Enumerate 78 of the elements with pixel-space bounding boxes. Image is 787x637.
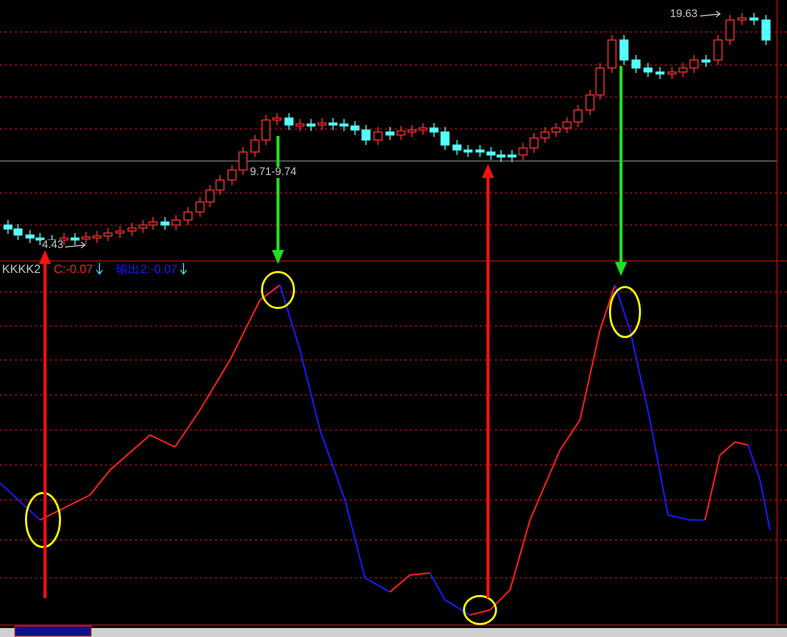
candlestick — [196, 196, 204, 218]
candlestick — [4, 220, 12, 234]
candlestick — [464, 144, 472, 158]
candlestick — [476, 144, 484, 158]
indicator-name: KKKK2 — [2, 263, 41, 275]
highlight-circle — [25, 492, 61, 548]
indicator-value: C:-0.07 — [54, 263, 94, 275]
candlestick — [750, 12, 758, 26]
scrollbar-track[interactable] — [0, 628, 787, 637]
candlestick — [702, 54, 710, 68]
candlestick — [148, 216, 158, 230]
candlestick — [350, 120, 360, 136]
indicator-value: 输出2:-0.07 — [116, 263, 178, 275]
highlight-circle — [261, 271, 295, 309]
candlestick — [574, 104, 582, 128]
arrow-icon — [65, 242, 88, 250]
candlestick — [172, 214, 180, 230]
candlestick — [714, 34, 722, 66]
candlestick — [678, 62, 688, 78]
candlestick — [762, 14, 770, 46]
candlestick — [668, 66, 676, 80]
candlestick — [328, 118, 338, 130]
candlestick — [216, 174, 224, 196]
candlestick — [430, 122, 438, 138]
candlestick — [656, 66, 664, 80]
highlight-circle — [609, 286, 641, 338]
down-arrow-icon — [180, 263, 188, 275]
candlestick — [262, 114, 270, 146]
candlestick — [440, 126, 450, 150]
candlestick — [396, 126, 406, 140]
candlestick — [26, 230, 34, 244]
price-label: 9.71-9.74 — [250, 167, 296, 178]
highlight-circle — [463, 595, 497, 625]
candlestick — [738, 12, 746, 26]
candlestick — [632, 54, 640, 74]
candlestick — [160, 216, 170, 230]
candlestick — [452, 140, 462, 156]
candlestick — [340, 118, 348, 132]
candlestick — [228, 164, 236, 186]
candlestick — [284, 112, 294, 130]
candlestick — [296, 118, 304, 132]
candlestick — [82, 232, 90, 244]
price-label: 19.63 — [670, 9, 698, 20]
candlestick — [418, 122, 428, 136]
candlestick — [104, 228, 112, 242]
candlestick — [238, 146, 248, 176]
candlestick — [690, 54, 698, 74]
candlestick — [138, 220, 148, 234]
candlestick — [496, 150, 506, 162]
candlestick — [318, 118, 326, 130]
candlestick — [518, 142, 528, 160]
candlestick — [408, 124, 416, 138]
price-label: 4.43 — [42, 240, 64, 251]
candlestick — [644, 62, 652, 78]
candlestick — [92, 230, 102, 244]
candlestick — [608, 34, 616, 74]
candlestick — [116, 226, 124, 238]
candlestick — [508, 150, 516, 162]
down-arrow-icon — [96, 263, 104, 275]
candlestick — [540, 126, 550, 144]
candlestick — [272, 112, 282, 126]
candlestick — [386, 126, 394, 140]
candlestick — [250, 134, 260, 158]
candlestick — [486, 146, 496, 160]
candlestick — [184, 206, 192, 226]
candlestick — [562, 116, 572, 134]
candlestick — [14, 224, 22, 240]
candlestick — [726, 14, 734, 46]
candlestick — [70, 232, 80, 246]
candlestick — [362, 124, 370, 146]
candlestick — [206, 184, 214, 208]
candlestick — [530, 132, 538, 154]
candlestick — [620, 34, 628, 66]
candlestick — [306, 118, 316, 132]
candlestick — [552, 122, 560, 138]
candlestick — [374, 126, 382, 146]
arrow-icon — [700, 10, 722, 18]
candlestick — [128, 222, 136, 236]
